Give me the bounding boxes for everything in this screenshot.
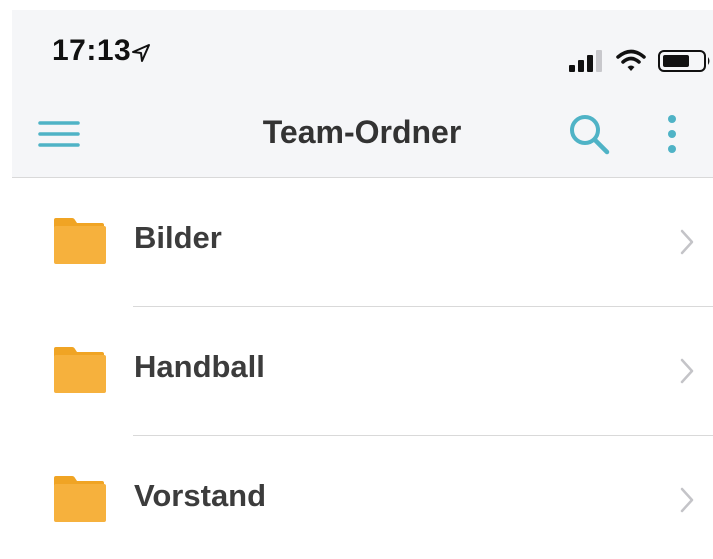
folder-list: Bilder Handball Vorstand: [12, 178, 713, 559]
app-screen: 17:13 Team-Ordner Bilder Handball Vorsta…: [0, 0, 713, 559]
navigation-bar: Team-Ordner: [12, 90, 713, 177]
header: 17:13 Team-Ordner: [12, 10, 713, 178]
more-vertical-icon[interactable]: [652, 110, 692, 158]
wifi-icon: [616, 49, 646, 71]
folder-icon: [54, 347, 106, 393]
location-arrow-icon: [132, 44, 150, 62]
folder-item-handball[interactable]: Handball: [12, 307, 713, 436]
chevron-right-icon: [680, 358, 694, 384]
status-bar: 17:13: [12, 10, 713, 90]
folder-label: Bilder: [134, 220, 222, 255]
folder-label: Vorstand: [134, 478, 267, 513]
page-title: Team-Ordner: [262, 114, 462, 150]
battery-icon: [658, 50, 710, 72]
status-time: 17:13: [52, 34, 132, 67]
chevron-right-icon: [680, 229, 694, 255]
folder-item-vorstand[interactable]: Vorstand: [12, 436, 713, 559]
folder-label: Handball: [134, 349, 265, 384]
folder-icon: [54, 218, 106, 264]
folder-item-bilder[interactable]: Bilder: [12, 178, 713, 307]
signal-icon: [569, 50, 602, 72]
menu-icon[interactable]: [34, 114, 84, 154]
search-icon[interactable]: [565, 110, 613, 158]
chevron-right-icon: [680, 487, 694, 513]
folder-icon: [54, 476, 106, 522]
